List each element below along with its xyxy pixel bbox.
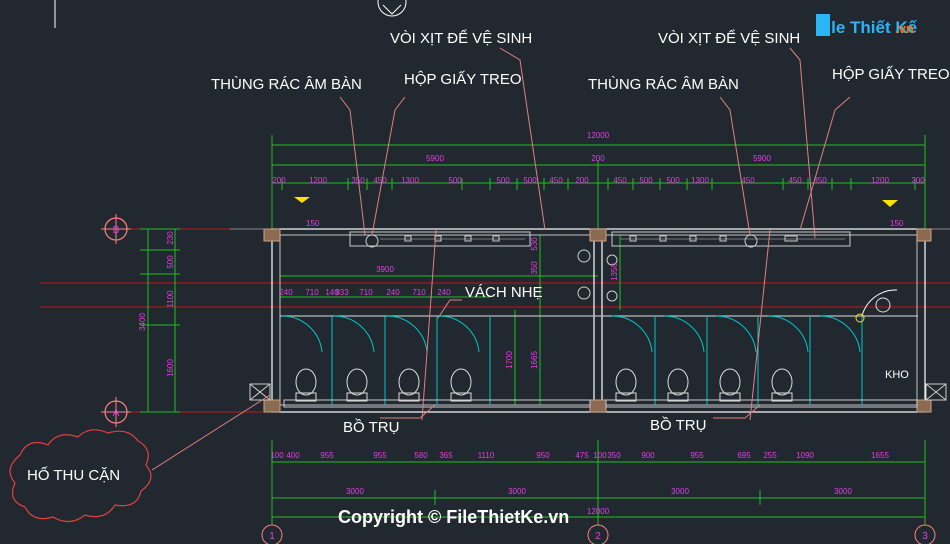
label-bo-tru-right: BỒ TRỤ — [650, 416, 706, 434]
dim-3900: 3900 — [376, 265, 394, 274]
dim-total-bottom: 12000 — [587, 507, 610, 516]
row-top-value: 450 — [741, 176, 755, 185]
row-bottom-value: 900 — [641, 451, 655, 460]
left-v-value: 500 — [166, 255, 175, 269]
row-bottom-value: 580 — [414, 451, 428, 460]
label-voi-xit-left: VÒI XỊT ĐỂ VỆ SINH — [390, 29, 532, 47]
row-top-value: 450 — [549, 176, 563, 185]
label-kho: KHO — [885, 369, 909, 381]
filethietke-logo: File Thiết Kế .vn — [816, 14, 918, 37]
dim-350: 350 — [530, 261, 539, 275]
row-mid-value: 240 — [279, 288, 293, 297]
row-top-value: 450 — [613, 176, 627, 185]
dim-w150-right: 150 — [890, 219, 904, 228]
logo-suffix: .vn — [895, 21, 914, 36]
dim-1350: 1350 — [610, 263, 619, 281]
axis-label-1: 1 — [269, 531, 275, 542]
row-bottom-value: 695 — [737, 451, 751, 460]
row-top-value: 350 — [813, 176, 827, 185]
row-top-value: 1200 — [309, 176, 327, 185]
row-bottom-value: 255 — [763, 451, 777, 460]
dim-1700: 1700 — [505, 351, 514, 369]
row-top-value: 500 — [666, 176, 680, 185]
left-v-value: 1100 — [166, 290, 175, 308]
row-bottom-value: 1655 — [871, 451, 889, 460]
label-ho-thu-can: HỐ THU CẶN — [27, 466, 120, 484]
row-top-value: 500 — [448, 176, 462, 185]
row-top-value: 200 — [575, 176, 589, 185]
cad-drawing: B A 1 2 3 12000 5900 200 5900 200 1200 350… — [0, 0, 950, 544]
copyright-watermark: Copyright © FileThietKe.vn — [338, 507, 569, 527]
row-bottom-value: 955 — [690, 451, 704, 460]
dim-row-mid: 240 710 140933 710 240 710 240 — [279, 288, 451, 297]
row-top-value: 500 — [639, 176, 653, 185]
row-bottom-value: 955 — [320, 451, 334, 460]
label-thung-rac-right: THÙNG RÁC ÂM BÀN — [588, 76, 739, 93]
row-3000-value: 3000 — [671, 487, 689, 496]
row-bottom-value: 400 — [286, 451, 300, 460]
axis-label-a: A — [113, 408, 120, 419]
row-top-value: 1300 — [691, 176, 709, 185]
row-top-value: 1200 — [871, 176, 889, 185]
label-voi-xit-right: VÒI XỊT ĐỂ VỆ SINH — [658, 29, 800, 47]
row-mid-value: 933 — [335, 288, 349, 297]
dim-left-total: 3400 — [138, 313, 147, 331]
row-bottom-value: 475 — [575, 451, 589, 460]
row-mid-value: 710 — [305, 288, 319, 297]
row-bottom-value: 955 — [373, 451, 387, 460]
row-top-value: 200 — [272, 176, 286, 185]
label-hop-giay-right: HỘP GIẤY TREO — [832, 66, 950, 83]
row-top-value: 200 — [911, 176, 925, 185]
row-mid-value: 240 — [437, 288, 451, 297]
row-mid-value: 710 — [359, 288, 373, 297]
row-mid-value: 240 — [386, 288, 400, 297]
dim-half-right: 5900 — [753, 154, 771, 163]
row-mid-value: 710 — [412, 288, 426, 297]
dim-half-left: 5900 — [426, 154, 444, 163]
label-bo-tru-left: BỒ TRỤ — [343, 418, 399, 436]
row-bottom-value: 950 — [536, 451, 550, 460]
dim-mid: 200 — [591, 154, 605, 163]
row-3000-value: 3000 — [508, 487, 526, 496]
axis-label-3: 3 — [922, 531, 928, 542]
label-hop-giay-left: HỘP GIẤY TREO — [404, 71, 522, 88]
row-top-value: 350 — [351, 176, 365, 185]
dim-530: 530 — [530, 237, 539, 251]
label-vach-nhe: VÁCH NHẸ — [465, 284, 543, 301]
row-top-value: 1300 — [401, 176, 419, 185]
dim-w150-left: 150 — [306, 219, 320, 228]
axis-label-2: 2 — [595, 531, 601, 542]
label-thung-rac-left: THÙNG RÁC ÂM BÀN — [211, 76, 362, 93]
row-bottom-value: 100 — [270, 451, 284, 460]
row-top-value: 500 — [523, 176, 537, 185]
row-bottom-value: 350 — [607, 451, 621, 460]
dim-total-top: 12000 — [587, 131, 610, 140]
row-top-value: 500 — [496, 176, 510, 185]
row-bottom-value: 1090 — [796, 451, 814, 460]
row-3000-value: 3000 — [346, 487, 364, 496]
row-top-value: 450 — [788, 176, 802, 185]
row-bottom-value: 100 — [593, 451, 607, 460]
left-v-value: 1600 — [166, 359, 175, 377]
left-v-value: 230 — [166, 231, 175, 245]
dim-1665: 1665 — [530, 351, 539, 369]
row-3000-value: 3000 — [834, 487, 852, 496]
row-bottom-value: 1110 — [478, 451, 495, 460]
axis-label-b: B — [113, 225, 120, 236]
row-bottom-value: 365 — [439, 451, 453, 460]
row-top-value: 450 — [373, 176, 387, 185]
